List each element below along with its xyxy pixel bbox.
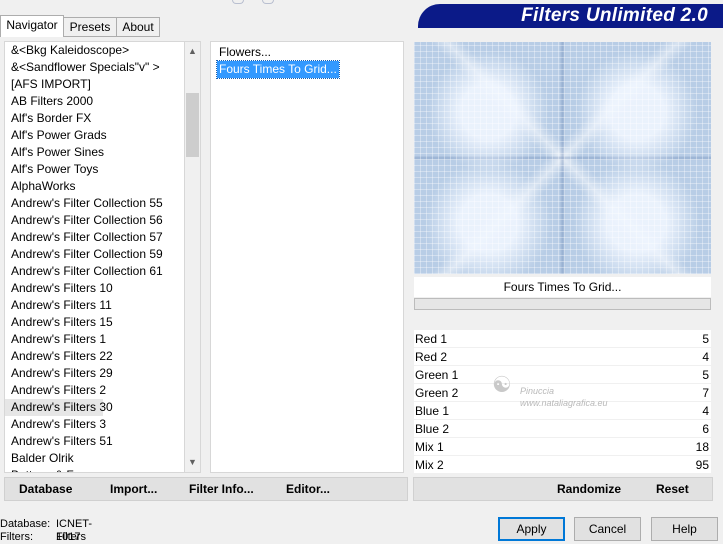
- category-item[interactable]: Andrew's Filters 3: [5, 416, 184, 433]
- category-item[interactable]: AlphaWorks: [5, 178, 184, 195]
- parameter-label: Blue 1: [415, 404, 450, 418]
- editor-button[interactable]: Editor...: [286, 478, 330, 500]
- category-item[interactable]: Alf's Power Grads: [5, 127, 184, 144]
- category-item[interactable]: Buttons & Frames: [5, 467, 184, 472]
- category-item[interactable]: &<Sandflower Specials"v" >: [5, 59, 184, 76]
- category-item[interactable]: AB Filters 2000: [5, 93, 184, 110]
- watermark-url: www.nataliagrafica.eu: [520, 398, 608, 408]
- parameter-label: Mix 2: [415, 458, 444, 472]
- app-banner: Filters Unlimited 2.0: [418, 4, 723, 28]
- randomize-button[interactable]: Randomize: [557, 478, 621, 500]
- tab-presets[interactable]: Presets: [63, 17, 117, 36]
- category-item[interactable]: Alf's Power Sines: [5, 144, 184, 161]
- import-button[interactable]: Import...: [110, 478, 157, 500]
- preview-image: [414, 42, 711, 274]
- progress-bar: [414, 298, 711, 310]
- parameter-row[interactable]: Blue 2 6: [414, 420, 711, 438]
- selected-filter-name: Fours Times To Grid...: [414, 277, 711, 297]
- banner-decoration: [224, 0, 284, 4]
- category-item[interactable]: Andrew's Filters 10: [5, 280, 184, 297]
- category-item[interactable]: &<Bkg Kaleidoscope>: [5, 42, 184, 59]
- parameter-label: Blue 2: [415, 422, 450, 436]
- watermark-logo-icon: ☯: [492, 372, 512, 397]
- category-item[interactable]: Andrew's Filters 1: [5, 331, 184, 348]
- scrollbar-thumb[interactable]: [186, 93, 199, 157]
- parameter-row[interactable]: Mix 2 95: [414, 456, 711, 474]
- apply-button[interactable]: Apply: [498, 517, 565, 541]
- parameter-label: Red 2: [415, 350, 448, 364]
- category-item[interactable]: Andrew's Filter Collection 57: [5, 229, 184, 246]
- category-item[interactable]: Alf's Border FX: [5, 110, 184, 127]
- parameter-value[interactable]: 95: [696, 456, 709, 474]
- tab-about[interactable]: About: [116, 17, 160, 36]
- category-item[interactable]: Andrew's Filters 29: [5, 365, 184, 382]
- parameter-label: Mix 1: [415, 440, 444, 454]
- parameter-label: Green 1: [415, 368, 459, 382]
- category-item[interactable]: Balder Olrik: [5, 450, 184, 467]
- parameter-label: Red 1: [415, 332, 448, 346]
- category-list[interactable]: &<Bkg Kaleidoscope> &<Sandflower Specials…: [4, 41, 184, 473]
- category-item[interactable]: Andrew's Filter Collection 59: [5, 246, 184, 263]
- help-button[interactable]: Help: [651, 517, 718, 541]
- parameter-value[interactable]: 6: [702, 420, 709, 438]
- database-button[interactable]: Database: [19, 478, 72, 500]
- parameter-label: Green 2: [415, 386, 459, 400]
- category-item[interactable]: [AFS IMPORT]: [5, 76, 184, 93]
- category-item[interactable]: Andrew's Filters 22: [5, 348, 184, 365]
- category-item[interactable]: Alf's Power Toys: [5, 161, 184, 178]
- parameter-value[interactable]: 4: [702, 348, 709, 366]
- chevron-up-icon[interactable]: ▲: [185, 43, 200, 60]
- watermark-name: Pinuccia: [520, 386, 555, 396]
- tab-navigator[interactable]: Navigator: [0, 15, 64, 37]
- chevron-down-icon[interactable]: ▼: [185, 454, 200, 471]
- category-item[interactable]: Andrew's Filter Collection 61: [5, 263, 184, 280]
- parameter-row[interactable]: Red 1 5: [414, 330, 711, 348]
- app-title: Filters Unlimited 2.0: [521, 5, 708, 26]
- parameter-row[interactable]: Mix 1 18: [414, 438, 711, 456]
- category-item[interactable]: Andrew's Filters 15: [5, 314, 184, 331]
- filter-item-fours-times-to-grid[interactable]: Fours Times To Grid...: [216, 60, 340, 79]
- status-filters-label: Filters:: [0, 531, 33, 543]
- category-item[interactable]: Andrew's Filters 11: [5, 297, 184, 314]
- parameter-value[interactable]: 5: [702, 366, 709, 384]
- cancel-button[interactable]: Cancel: [574, 517, 641, 541]
- parameter-row[interactable]: Red 2 4: [414, 348, 711, 366]
- category-item[interactable]: Andrew's Filter Collection 56: [5, 212, 184, 229]
- status-database: Database: ICNET-Filters: [0, 518, 92, 543]
- parameter-value[interactable]: 5: [702, 330, 709, 348]
- category-item[interactable]: Andrew's Filter Collection 55: [5, 195, 184, 212]
- reset-button[interactable]: Reset: [656, 478, 689, 500]
- toolbar-left: Database Import... Filter Info... Editor…: [4, 477, 408, 501]
- parameter-value[interactable]: 4: [702, 402, 709, 420]
- status-filters: Filters: 1017: [0, 531, 80, 544]
- parameter-value[interactable]: 7: [702, 384, 709, 402]
- filter-item-flowers[interactable]: Flowers...: [217, 44, 273, 61]
- parameter-row[interactable]: Green 1 5: [414, 366, 711, 384]
- toolbar-right: Randomize Reset: [413, 477, 713, 501]
- category-item[interactable]: Andrew's Filters 30: [5, 399, 113, 416]
- parameter-value[interactable]: 18: [696, 438, 709, 456]
- status-database-label: Database:: [0, 518, 51, 530]
- status-filters-value: 1017: [56, 531, 81, 543]
- filter-info-button[interactable]: Filter Info...: [189, 478, 254, 500]
- category-scrollbar[interactable]: ▲ ▼: [184, 41, 201, 473]
- category-item[interactable]: Andrew's Filters 2: [5, 382, 184, 399]
- filter-list[interactable]: Flowers... Fours Times To Grid...: [210, 41, 404, 473]
- category-item[interactable]: Andrew's Filters 51: [5, 433, 184, 450]
